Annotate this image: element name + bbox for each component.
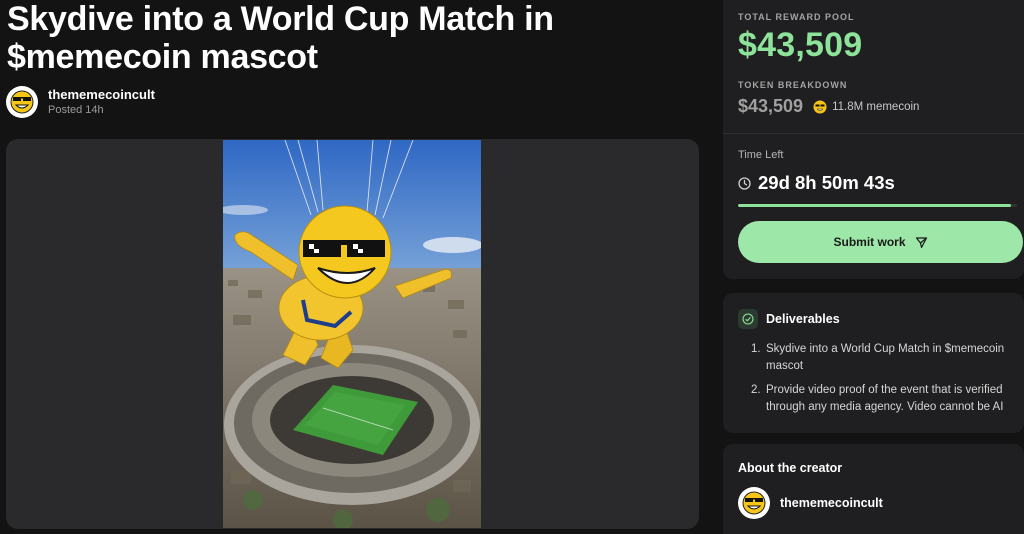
total-reward-amount: $43,509 [738, 26, 863, 64]
send-icon [915, 236, 927, 248]
list-item: 2. Provide video proof of the event that… [751, 382, 1019, 416]
creator-row[interactable]: thememecoincult Posted 14h [6, 86, 155, 118]
deliverables-card: Deliverables 1. Skydive into a World Cup… [723, 293, 1024, 433]
breakdown-token: 11.8M memecoin [832, 100, 920, 113]
about-creator-title: About the creator [738, 461, 843, 475]
media-card [6, 139, 699, 529]
memecoin-mascot-icon [739, 488, 769, 518]
about-creator-row[interactable]: thememecoincult [738, 487, 883, 519]
about-creator-card: About the creator thememecoincult [723, 444, 1024, 534]
memecoin-icon [813, 100, 827, 113]
submit-work-label: Submit work [833, 235, 906, 249]
list-item: 1. Skydive into a World Cup Match in $me… [751, 341, 1019, 375]
list-item-text: Provide video proof of the event that is… [766, 384, 1004, 413]
avatar[interactable] [738, 487, 770, 519]
posted-time: Posted 14h [48, 103, 104, 116]
divider [723, 133, 1024, 134]
avatar[interactable] [6, 86, 38, 118]
reward-card: TOTAL REWARD POOL $43,509 TOKEN BREAKDOW… [723, 0, 1024, 279]
deliverables-title: Deliverables [766, 312, 840, 326]
token-breakdown: $43,509 11.8M memecoin [738, 96, 919, 117]
clock-icon [738, 176, 751, 190]
deliverables-list: 1. Skydive into a World Cup Match in $me… [751, 341, 1019, 423]
list-item-text: Skydive into a World Cup Match in $memec… [766, 343, 1005, 372]
check-circle-icon [738, 309, 758, 329]
time-left-label: Time Left [738, 149, 784, 161]
time-left-value: 29d 8h 50m 43s [758, 172, 895, 193]
time-progress-bar [738, 204, 1017, 207]
total-reward-label: TOTAL REWARD POOL [738, 12, 855, 22]
creator-name[interactable]: thememecoincult [48, 87, 155, 103]
token-breakdown-label: TOKEN BREAKDOWN [738, 80, 848, 90]
list-item-number: 1. [751, 343, 761, 355]
bounty-image[interactable] [223, 140, 481, 528]
time-left: 29d 8h 50m 43s [738, 172, 895, 194]
about-creator-name[interactable]: thememecoincult [780, 496, 883, 510]
page-title: Skydive into a World Cup Match in $memec… [7, 0, 554, 76]
submit-work-button[interactable]: Submit work [738, 221, 1023, 263]
breakdown-usd: $43,509 [738, 96, 804, 116]
time-progress-fill [738, 204, 1012, 207]
memecoin-mascot-icon [7, 87, 37, 117]
list-item-number: 2. [751, 384, 761, 396]
